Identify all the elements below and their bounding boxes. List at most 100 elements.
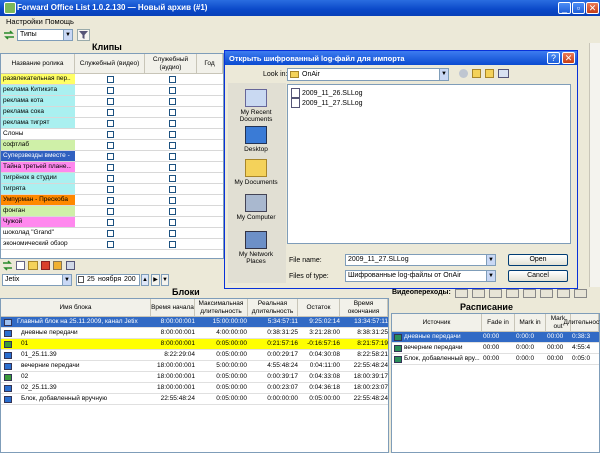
minimize-button[interactable]: _ xyxy=(558,2,571,14)
transition-spin-icon[interactable] xyxy=(574,289,587,298)
chevron-down-icon[interactable]: ▼ xyxy=(63,30,72,40)
service-video-checkbox[interactable] xyxy=(107,142,114,149)
service-audio-checkbox[interactable] xyxy=(169,208,176,215)
column-header-start[interactable]: Время начала xyxy=(151,299,195,317)
schedule-row[interactable]: вечерние передачи 00:00 0:00:0 00:00 4:55:4 xyxy=(392,343,599,354)
help-button[interactable]: ? xyxy=(547,52,560,64)
place-desktop[interactable]: Desktop xyxy=(229,126,283,153)
block-row[interactable]: дневные передачи 8:00:00:001 4:00:00:00 0:3… xyxy=(1,328,388,339)
filter-icon[interactable] xyxy=(77,29,90,41)
up-folder-icon[interactable] xyxy=(472,69,481,78)
column-header-source[interactable]: Источник xyxy=(392,314,482,332)
service-audio-checkbox[interactable] xyxy=(169,87,176,94)
date-day[interactable]: 25 xyxy=(87,276,95,283)
column-header-real-duration[interactable]: Реальная длительность xyxy=(248,299,298,317)
clip-row[interactable]: реклама кота xyxy=(1,96,223,107)
column-header-service-audio[interactable]: Служебный (аудио) xyxy=(145,54,197,74)
file-type-select[interactable]: Шифрованные log-файлы от OnAir ▼ xyxy=(345,270,496,282)
service-video-checkbox[interactable] xyxy=(107,164,114,171)
next-day-icon[interactable]: ▶ xyxy=(151,274,160,286)
place-recent-documents[interactable]: My Recent Documents xyxy=(229,89,283,123)
transition-cut-icon[interactable] xyxy=(455,289,468,298)
service-video-checkbox[interactable] xyxy=(107,197,114,204)
new-folder-icon[interactable] xyxy=(485,69,494,78)
schedule-row[interactable]: дневные передачи 00:00 0:00:0 00:00 0:38:3 xyxy=(392,332,599,343)
service-video-checkbox[interactable] xyxy=(107,186,114,193)
transition-fade-icon[interactable] xyxy=(472,289,485,298)
service-audio-checkbox[interactable] xyxy=(169,164,176,171)
transition-dissolve-icon[interactable] xyxy=(523,289,536,298)
schedule-row[interactable]: Блок, добавленный вру... 00:00 0:00:0 00:00… xyxy=(392,354,599,365)
settings-icon[interactable] xyxy=(53,261,62,270)
service-video-checkbox[interactable] xyxy=(107,87,114,94)
column-header-duration[interactable]: Длительность xyxy=(563,314,600,332)
menu-settings[interactable]: Настройки xyxy=(6,17,43,26)
refresh-icon[interactable] xyxy=(3,30,15,40)
date-picker[interactable]: 25 ноября 200 xyxy=(76,274,140,286)
grid-icon[interactable] xyxy=(66,261,75,270)
channel-combo[interactable]: Jetix ▼ xyxy=(2,274,72,286)
chevron-down-icon[interactable]: ▼ xyxy=(62,275,71,285)
main-scrollbar[interactable] xyxy=(589,43,600,287)
service-audio-checkbox[interactable] xyxy=(169,186,176,193)
service-video-checkbox[interactable] xyxy=(107,175,114,182)
look-in-combo[interactable]: OnAir ▼ xyxy=(287,68,449,81)
service-video-checkbox[interactable] xyxy=(107,109,114,116)
date-spin-icon[interactable]: ▲ xyxy=(141,274,149,286)
column-header-clip-name[interactable]: Название ролика xyxy=(1,54,75,74)
clip-row[interactable]: развлекательная пер... xyxy=(1,74,223,85)
service-audio-checkbox[interactable] xyxy=(169,98,176,105)
dialog-close-button[interactable]: ✕ xyxy=(562,52,575,64)
service-video-checkbox[interactable] xyxy=(107,153,114,160)
block-row[interactable]: Блок, добавленный вручную 22:55:48:24 0:05… xyxy=(1,394,388,405)
clip-row[interactable]: реклама Китикэта xyxy=(1,85,223,96)
clip-row[interactable]: реклама тигрят xyxy=(1,118,223,129)
close-window-button[interactable]: ✕ xyxy=(586,2,599,14)
delete-icon[interactable] xyxy=(41,261,50,270)
date-year[interactable]: 200 xyxy=(124,276,136,283)
open-button[interactable]: Open xyxy=(508,254,568,266)
clip-row[interactable]: Чужой xyxy=(1,217,223,228)
block-row[interactable]: 02 18:00:00:001 0:05:00:00 0:00:39:17 0:04:3… xyxy=(1,372,388,383)
chevron-down-icon[interactable]: ▼ xyxy=(161,274,169,286)
chevron-down-icon[interactable]: ▼ xyxy=(486,271,495,281)
block-row[interactable]: 01 8:00:00:001 0:05:00:00 0:21:57:16 -0:16:5… xyxy=(1,339,388,350)
service-video-checkbox[interactable] xyxy=(107,208,114,215)
service-video-checkbox[interactable] xyxy=(107,219,114,226)
service-audio-checkbox[interactable] xyxy=(169,197,176,204)
file-item[interactable]: 2009_11_26.SLLog xyxy=(291,88,363,98)
clip-row[interactable]: фонган xyxy=(1,206,223,217)
back-icon[interactable] xyxy=(459,69,468,78)
clip-row[interactable]: Слоны xyxy=(1,129,223,140)
service-video-checkbox[interactable] xyxy=(107,241,114,248)
service-audio-checkbox[interactable] xyxy=(169,175,176,182)
clip-row[interactable]: тигрёнок в студии xyxy=(1,173,223,184)
refresh-icon[interactable] xyxy=(2,260,13,271)
service-audio-checkbox[interactable] xyxy=(169,131,176,138)
service-audio-checkbox[interactable] xyxy=(169,241,176,248)
service-audio-checkbox[interactable] xyxy=(169,142,176,149)
clip-row[interactable]: Умпурман - Прескоба xyxy=(1,195,223,206)
service-audio-checkbox[interactable] xyxy=(169,120,176,127)
clip-row[interactable]: софтлаб xyxy=(1,140,223,151)
service-audio-checkbox[interactable] xyxy=(169,109,176,116)
service-audio-checkbox[interactable] xyxy=(169,219,176,226)
types-combo[interactable]: Типы ▼ xyxy=(17,29,73,41)
clip-row[interactable]: экономический обзор xyxy=(1,239,223,250)
block-row[interactable]: 02_25.11.39 18:00:00:001 0:05:00:00 0:00:23… xyxy=(1,383,388,394)
place-my-computer[interactable]: My Computer xyxy=(229,194,283,221)
place-network[interactable]: My Network Places xyxy=(229,231,283,265)
maximize-button[interactable]: ▫ xyxy=(572,2,585,14)
column-header-mark-in[interactable]: Mark in xyxy=(515,314,546,332)
service-audio-checkbox[interactable] xyxy=(169,230,176,237)
clip-row[interactable]: шоколад "Grand" xyxy=(1,228,223,239)
column-header-fade-in[interactable]: Fade in xyxy=(482,314,515,332)
open-folder-icon[interactable] xyxy=(28,261,38,270)
views-menu-icon[interactable] xyxy=(498,69,509,78)
menu-help[interactable]: Помощь xyxy=(45,17,74,26)
chevron-down-icon[interactable]: ▼ xyxy=(486,255,495,265)
new-document-icon[interactable] xyxy=(16,261,25,270)
service-video-checkbox[interactable] xyxy=(107,131,114,138)
service-video-checkbox[interactable] xyxy=(107,76,114,83)
file-name-input[interactable]: 2009_11_27.SLLog ▼ xyxy=(345,254,496,266)
